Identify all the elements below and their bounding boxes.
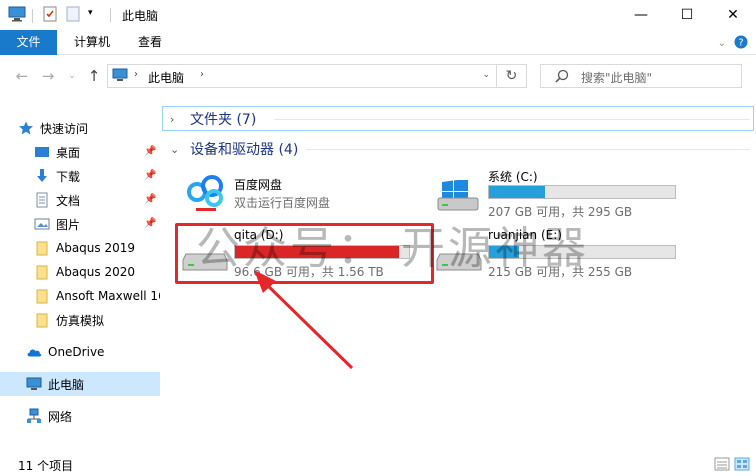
annotation-arrow-icon xyxy=(254,270,354,370)
status-bar: 11 个项目 xyxy=(0,452,756,476)
tiles-view-icon[interactable] xyxy=(734,456,750,475)
details-view-icon[interactable] xyxy=(714,456,730,475)
item-count: 11 个项目 xyxy=(18,459,74,473)
